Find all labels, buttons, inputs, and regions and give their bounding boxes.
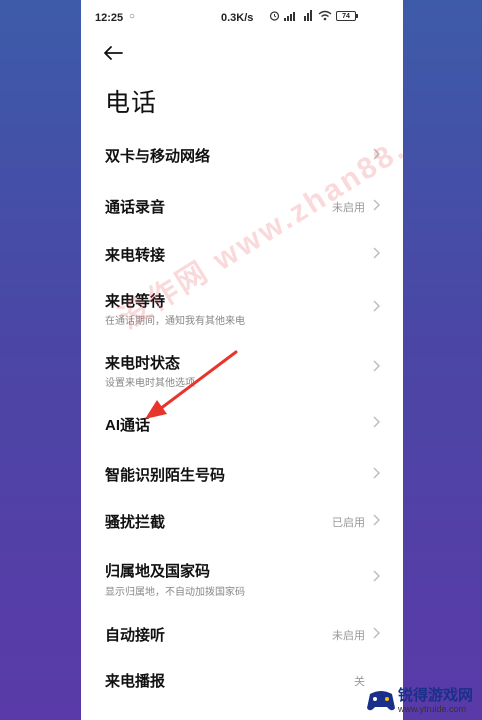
setting-unknown-number-id[interactable]: 智能识别陌生号码: [81, 448, 403, 496]
chevron-right-icon: [373, 570, 380, 582]
setting-dual-sim[interactable]: 双卡与移动网络: [81, 128, 403, 180]
setting-call-recording[interactable]: 通话录音 未启用: [81, 180, 403, 228]
setting-spam-blocking[interactable]: 骚扰拦截 已启用: [81, 496, 403, 542]
back-arrow-icon: [104, 46, 123, 60]
setting-label: 骚扰拦截: [105, 514, 166, 531]
network-speed: 0.3K/s: [221, 12, 254, 24]
phone-screen: 12:25 ○ 0.3K/s 74 电话 双卡与移动网络 通话录音 未启用 来电…: [81, 0, 403, 720]
chevron-right-icon: [373, 360, 380, 372]
logo-url: www.ytruide.com: [398, 704, 467, 714]
setting-label: 双卡与移动网络: [105, 148, 211, 165]
status-dot: ○: [129, 11, 136, 22]
setting-value: 未启用: [332, 202, 365, 214]
setting-description: 显示归属地，不自动加拨国家码: [105, 587, 245, 598]
chevron-right-icon: [373, 514, 380, 526]
settings-list: 双卡与移动网络 通话录音 未启用 来电转接 来电等待 在通话期间，通知我有其他来…: [81, 128, 403, 704]
setting-call-forwarding[interactable]: 来电转接: [81, 228, 403, 276]
chevron-right-icon: [373, 467, 380, 479]
setting-label: 归属地及国家码: [105, 563, 211, 580]
status-icons: 74: [269, 10, 358, 21]
site-logo: 锐得游戏网 www.ytruide.com: [364, 680, 482, 720]
setting-label: 通话录音: [105, 199, 166, 216]
setting-description: 在通话期间，通知我有其他来电: [105, 316, 245, 327]
setting-description: 设置来电时其他选项: [105, 378, 195, 389]
gamepad-logo-icon: [367, 691, 395, 711]
setting-call-waiting[interactable]: 来电等待 在通话期间，通知我有其他来电: [81, 276, 403, 338]
chevron-right-icon: [373, 416, 380, 428]
setting-incoming-status[interactable]: 来电时状态 设置来电时其他选项: [81, 338, 403, 396]
setting-label: 自动接听: [105, 627, 166, 644]
setting-label: 来电播报: [105, 673, 166, 690]
signal-icon-2: [304, 10, 312, 21]
chevron-right-icon: [373, 300, 380, 312]
setting-label: 来电时状态: [105, 355, 181, 372]
setting-auto-answer[interactable]: 自动接听 未启用: [81, 610, 403, 656]
chevron-right-icon: [373, 247, 380, 259]
battery-icon: 74: [336, 10, 358, 21]
logo-name: 锐得游戏网: [398, 687, 474, 704]
chevron-right-icon: [373, 627, 380, 639]
signal-icon: [284, 12, 295, 21]
status-time: 12:25: [95, 12, 124, 24]
setting-ai-call[interactable]: AI通话: [81, 396, 403, 448]
chevron-right-icon: [373, 148, 380, 160]
setting-label: 来电等待: [105, 293, 166, 310]
setting-label: AI通话: [105, 417, 151, 434]
setting-value: 已启用: [332, 517, 365, 529]
alarm-icon: [269, 11, 280, 21]
chevron-right-icon: [373, 199, 380, 211]
setting-caller-announcement[interactable]: 来电播报 关: [81, 656, 403, 704]
setting-label: 来电转接: [105, 247, 166, 264]
page-title: 电话: [105, 89, 158, 117]
status-bar: 12:25 ○ 0.3K/s 74: [81, 0, 403, 36]
setting-value: 未启用: [332, 630, 365, 642]
back-button[interactable]: [99, 40, 127, 66]
setting-location-country-code[interactable]: 归属地及国家码 显示归属地，不自动加拨国家码: [81, 542, 403, 610]
wifi-icon: [318, 10, 332, 21]
setting-label: 智能识别陌生号码: [105, 467, 226, 484]
